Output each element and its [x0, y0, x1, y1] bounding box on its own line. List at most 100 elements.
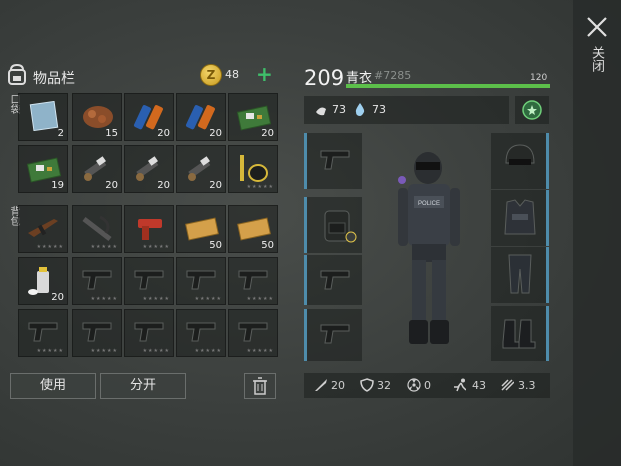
equip-slot-body-armor[interactable]: [491, 190, 549, 246]
glass-shard-icon: [29, 101, 59, 131]
backpack-slot[interactable]: ★★★★★: [72, 309, 122, 357]
character-model: POLICE: [398, 152, 460, 344]
backpack-icon: [6, 62, 28, 86]
quality-stars: ★★★★★: [194, 348, 222, 354]
backpack-slot[interactable]: 50: [176, 205, 226, 253]
equip-slot-legs[interactable]: [491, 247, 549, 303]
quality-stars: ★★★★★: [36, 244, 64, 250]
equip-slot-boots[interactable]: [491, 306, 549, 361]
ticket-icon: [185, 217, 219, 241]
pistol-icon: [238, 270, 268, 290]
add-coins-button[interactable]: +: [256, 62, 273, 86]
equip-slot-backpack[interactable]: [304, 197, 362, 253]
water-value: 73: [372, 103, 386, 116]
circuit-board-icon: [236, 105, 272, 131]
riot-helmet-icon: [505, 144, 535, 165]
close-icon: [587, 17, 607, 37]
pistol-icon: [320, 270, 350, 290]
assault-rifle-icon: [28, 219, 58, 237]
copper-ore-icon: [83, 106, 113, 128]
survival-stats: 73 73: [304, 96, 509, 124]
split-button[interactable]: 分开: [100, 373, 186, 399]
quality-stars: ★★★★★: [142, 348, 170, 354]
coin-icon: Z: [200, 64, 222, 86]
svg-text:POLICE: POLICE: [418, 201, 440, 207]
quality-stars: ★★★★★: [90, 348, 118, 354]
backpack-slot[interactable]: ★★★★★: [124, 205, 174, 253]
backpack-icon: [324, 210, 357, 243]
pocket-slot[interactable]: 20: [72, 145, 122, 193]
backpack-slot[interactable]: ★★★★★: [176, 309, 226, 357]
equip-slot-weapon-1[interactable]: [304, 133, 362, 189]
pocket-slot[interactable]: 19: [18, 145, 68, 193]
pocket-slot[interactable]: 20: [176, 93, 226, 141]
battery-icon: [185, 105, 215, 130]
close-label[interactable]: 关闭: [588, 46, 604, 72]
speed-value: 43: [472, 379, 486, 392]
close-button[interactable]: [584, 14, 610, 40]
pistol-icon: [134, 270, 164, 290]
backpack-slot[interactable]: ★★★★★: [124, 309, 174, 357]
food-icon: [316, 107, 326, 116]
pocket-slot[interactable]: 20: [124, 93, 174, 141]
item-count: 20: [105, 180, 118, 191]
backpack-slot[interactable]: ★★★★★: [228, 309, 278, 357]
equip-slot-weapon-3[interactable]: [304, 309, 362, 361]
item-count: 20: [261, 128, 274, 139]
trash-icon: [253, 377, 267, 395]
spark-plug-icon: [84, 156, 107, 181]
player-id: #7285: [374, 69, 412, 82]
quality-stars: ★★★★★: [246, 296, 274, 302]
armored-pants-icon: [508, 254, 532, 294]
pistol-icon: [28, 322, 58, 342]
item-count: 20: [157, 180, 170, 191]
backpack-slot[interactable]: 50: [228, 205, 278, 253]
combat-boots-icon: [502, 319, 536, 349]
snorkel-mask-icon: [240, 155, 268, 182]
running-speed-icon: [454, 378, 466, 392]
pocket-slot[interactable]: 20: [176, 145, 226, 193]
quality-stars: ★★★★★: [142, 296, 170, 302]
equip-slot-weapon-2[interactable]: [304, 255, 362, 305]
backpack-slot[interactable]: ★★★★★: [228, 257, 278, 305]
item-count: 50: [261, 240, 274, 251]
pocket-slot[interactable]: 20: [228, 93, 278, 141]
quality-stars: ★★★★★: [90, 244, 118, 250]
xp-bar: [346, 84, 550, 88]
knife-attack-icon: [315, 379, 327, 391]
star-badge-icon: [522, 100, 542, 120]
attack-value: 20: [331, 379, 345, 392]
backpack-slot[interactable]: ★★★★★: [176, 257, 226, 305]
backpack-slot[interactable]: ★★★★★: [72, 205, 122, 253]
pocket-slot[interactable]: 20: [124, 145, 174, 193]
backpack-slot[interactable]: ★★★★★: [124, 257, 174, 305]
item-count: 2: [57, 128, 64, 139]
rank-badge[interactable]: [515, 96, 549, 124]
water-drop-icon: [355, 103, 365, 116]
radiation-icon: [407, 378, 421, 392]
quality-stars: ★★★★★: [246, 184, 274, 190]
ticket-icon: [237, 217, 271, 241]
pocket-slot[interactable]: 15: [72, 93, 122, 141]
quality-stars: ★★★★★: [194, 296, 222, 302]
pistol-icon: [320, 324, 350, 344]
food-value: 73: [332, 103, 346, 116]
trash-button[interactable]: [244, 373, 276, 399]
pistol-icon: [82, 270, 112, 290]
spray-can-icon: [28, 267, 49, 295]
backpack-slot[interactable]: ★★★★★: [18, 309, 68, 357]
equip-slot-helmet[interactable]: [491, 133, 549, 189]
use-button[interactable]: 使用: [10, 373, 96, 399]
pistol-icon: [238, 322, 268, 342]
coin-count: 48: [225, 68, 239, 81]
pocket-slot[interactable]: 2: [18, 93, 68, 141]
player-level: 209: [304, 66, 345, 90]
backpack-slot[interactable]: ★★★★★: [72, 257, 122, 305]
xp-max: 120: [530, 73, 548, 83]
backpack-slot[interactable]: 20: [18, 257, 68, 305]
backpack-slot[interactable]: ★★★★★: [18, 205, 68, 253]
inventory-title: 物品栏: [33, 71, 75, 87]
item-count: 50: [209, 240, 222, 251]
pocket-slot[interactable]: ★★★★★: [228, 145, 278, 193]
xp-bar-fill: [346, 84, 550, 88]
